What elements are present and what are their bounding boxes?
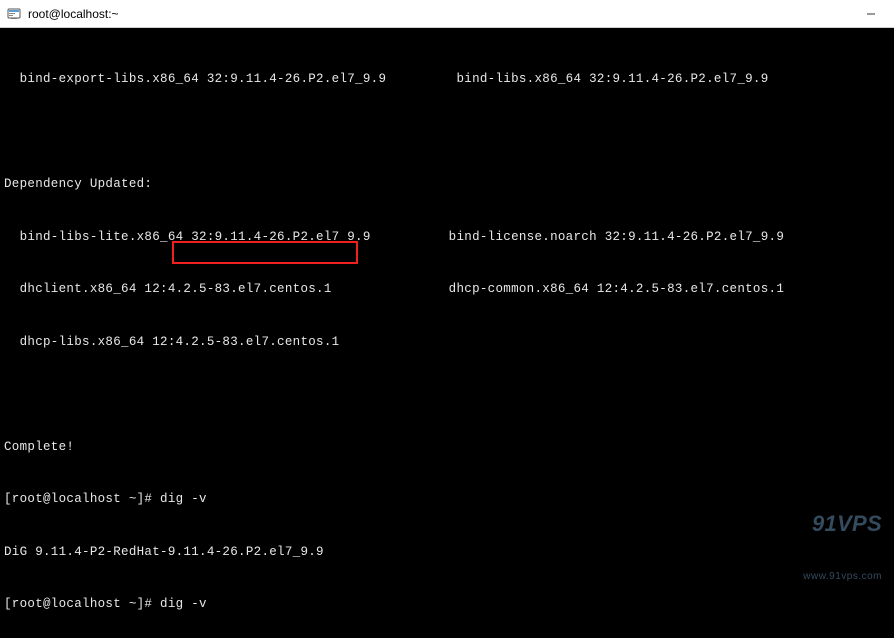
- app-icon: [6, 6, 22, 22]
- terminal-line: [root@localhost ~]# dig -v: [4, 491, 890, 509]
- window-title: root@localhost:~: [28, 7, 119, 21]
- terminal-line: bind-export-libs.x86_64 32:9.11.4-26.P2.…: [4, 71, 890, 89]
- terminal-line: bind-libs-lite.x86_64 32:9.11.4-26.P2.el…: [4, 229, 890, 247]
- window-controls: [848, 0, 894, 28]
- terminal-line: DiG 9.11.4-P2-RedHat-9.11.4-26.P2.el7_9.…: [4, 544, 890, 562]
- terminal-line: [4, 124, 890, 142]
- minimize-button[interactable]: [848, 0, 894, 28]
- titlebar: root@localhost:~: [0, 0, 894, 28]
- watermark-logo: 91VPS: [803, 515, 882, 533]
- terminal-output[interactable]: bind-export-libs.x86_64 32:9.11.4-26.P2.…: [0, 28, 894, 638]
- watermark-url: www.91vps.com: [803, 568, 882, 586]
- terminal-line: Dependency Updated:: [4, 176, 890, 194]
- terminal-line: [root@localhost ~]# dig -v: [4, 596, 890, 614]
- terminal-line: dhclient.x86_64 12:4.2.5-83.el7.centos.1…: [4, 281, 890, 299]
- terminal-line: Complete!: [4, 439, 890, 457]
- terminal-line: dhcp-libs.x86_64 12:4.2.5-83.el7.centos.…: [4, 334, 890, 352]
- terminal-line: [4, 386, 890, 404]
